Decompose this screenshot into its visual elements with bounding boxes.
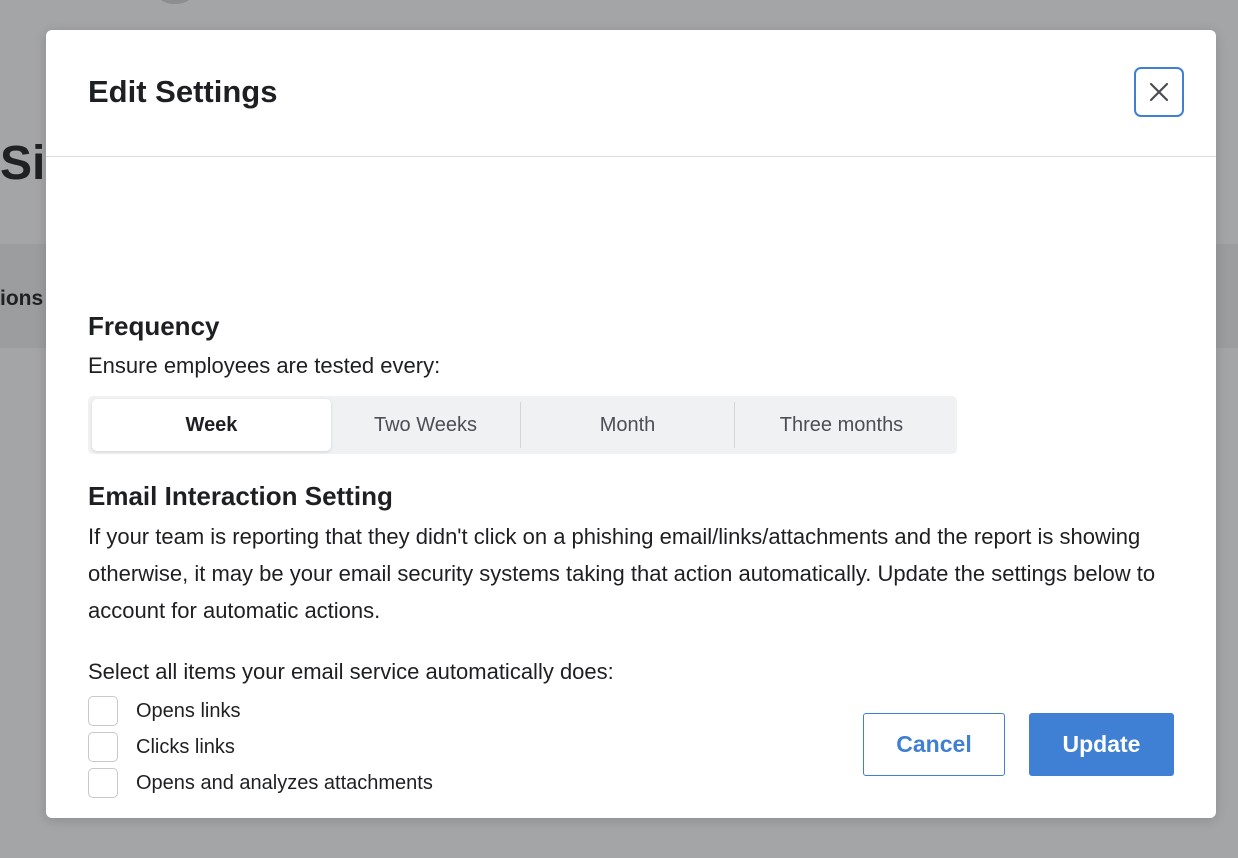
- update-button[interactable]: Update: [1029, 713, 1174, 776]
- frequency-heading: Frequency: [88, 311, 220, 341]
- frequency-option-month[interactable]: Month: [521, 399, 734, 451]
- checkbox-opens-links[interactable]: Opens links: [88, 696, 241, 726]
- checkbox-label: Opens links: [136, 699, 241, 722]
- email-interaction-heading: Email Interaction Setting: [88, 481, 393, 511]
- checkbox-opens-attachments[interactable]: Opens and analyzes attachments: [88, 768, 433, 798]
- checkbox-label: Opens and analyzes attachments: [136, 771, 433, 794]
- frequency-option-three-months[interactable]: Three months: [735, 399, 948, 451]
- checkbox-label: Clicks links: [136, 735, 235, 758]
- close-button[interactable]: [1134, 67, 1184, 117]
- frequency-selector: Week Two Weeks Month Three months: [88, 396, 957, 454]
- email-interaction-description: If your team is reporting that they didn…: [88, 524, 1156, 623]
- frequency-option-week[interactable]: Week: [92, 399, 331, 451]
- checkbox-clicks-links[interactable]: Clicks links: [88, 732, 235, 762]
- checkbox[interactable]: [88, 768, 118, 798]
- frequency-option-two-weeks[interactable]: Two Weeks: [331, 399, 520, 451]
- background-tab-label: ions: [0, 287, 44, 310]
- modal-header: Edit Settings: [46, 30, 1216, 157]
- background-avatar: [158, 0, 192, 4]
- select-prompt: Select all items your email service auto…: [88, 659, 614, 684]
- background-page-title: Si: [0, 137, 46, 190]
- edit-settings-modal: Edit Settings Frequency Ensure employees…: [46, 30, 1216, 818]
- checkbox[interactable]: [88, 696, 118, 726]
- modal-title: Edit Settings: [88, 74, 278, 109]
- close-icon: [1149, 82, 1169, 102]
- checkbox[interactable]: [88, 732, 118, 762]
- cancel-button[interactable]: Cancel: [863, 713, 1005, 776]
- frequency-description: Ensure employees are tested every:: [88, 353, 441, 378]
